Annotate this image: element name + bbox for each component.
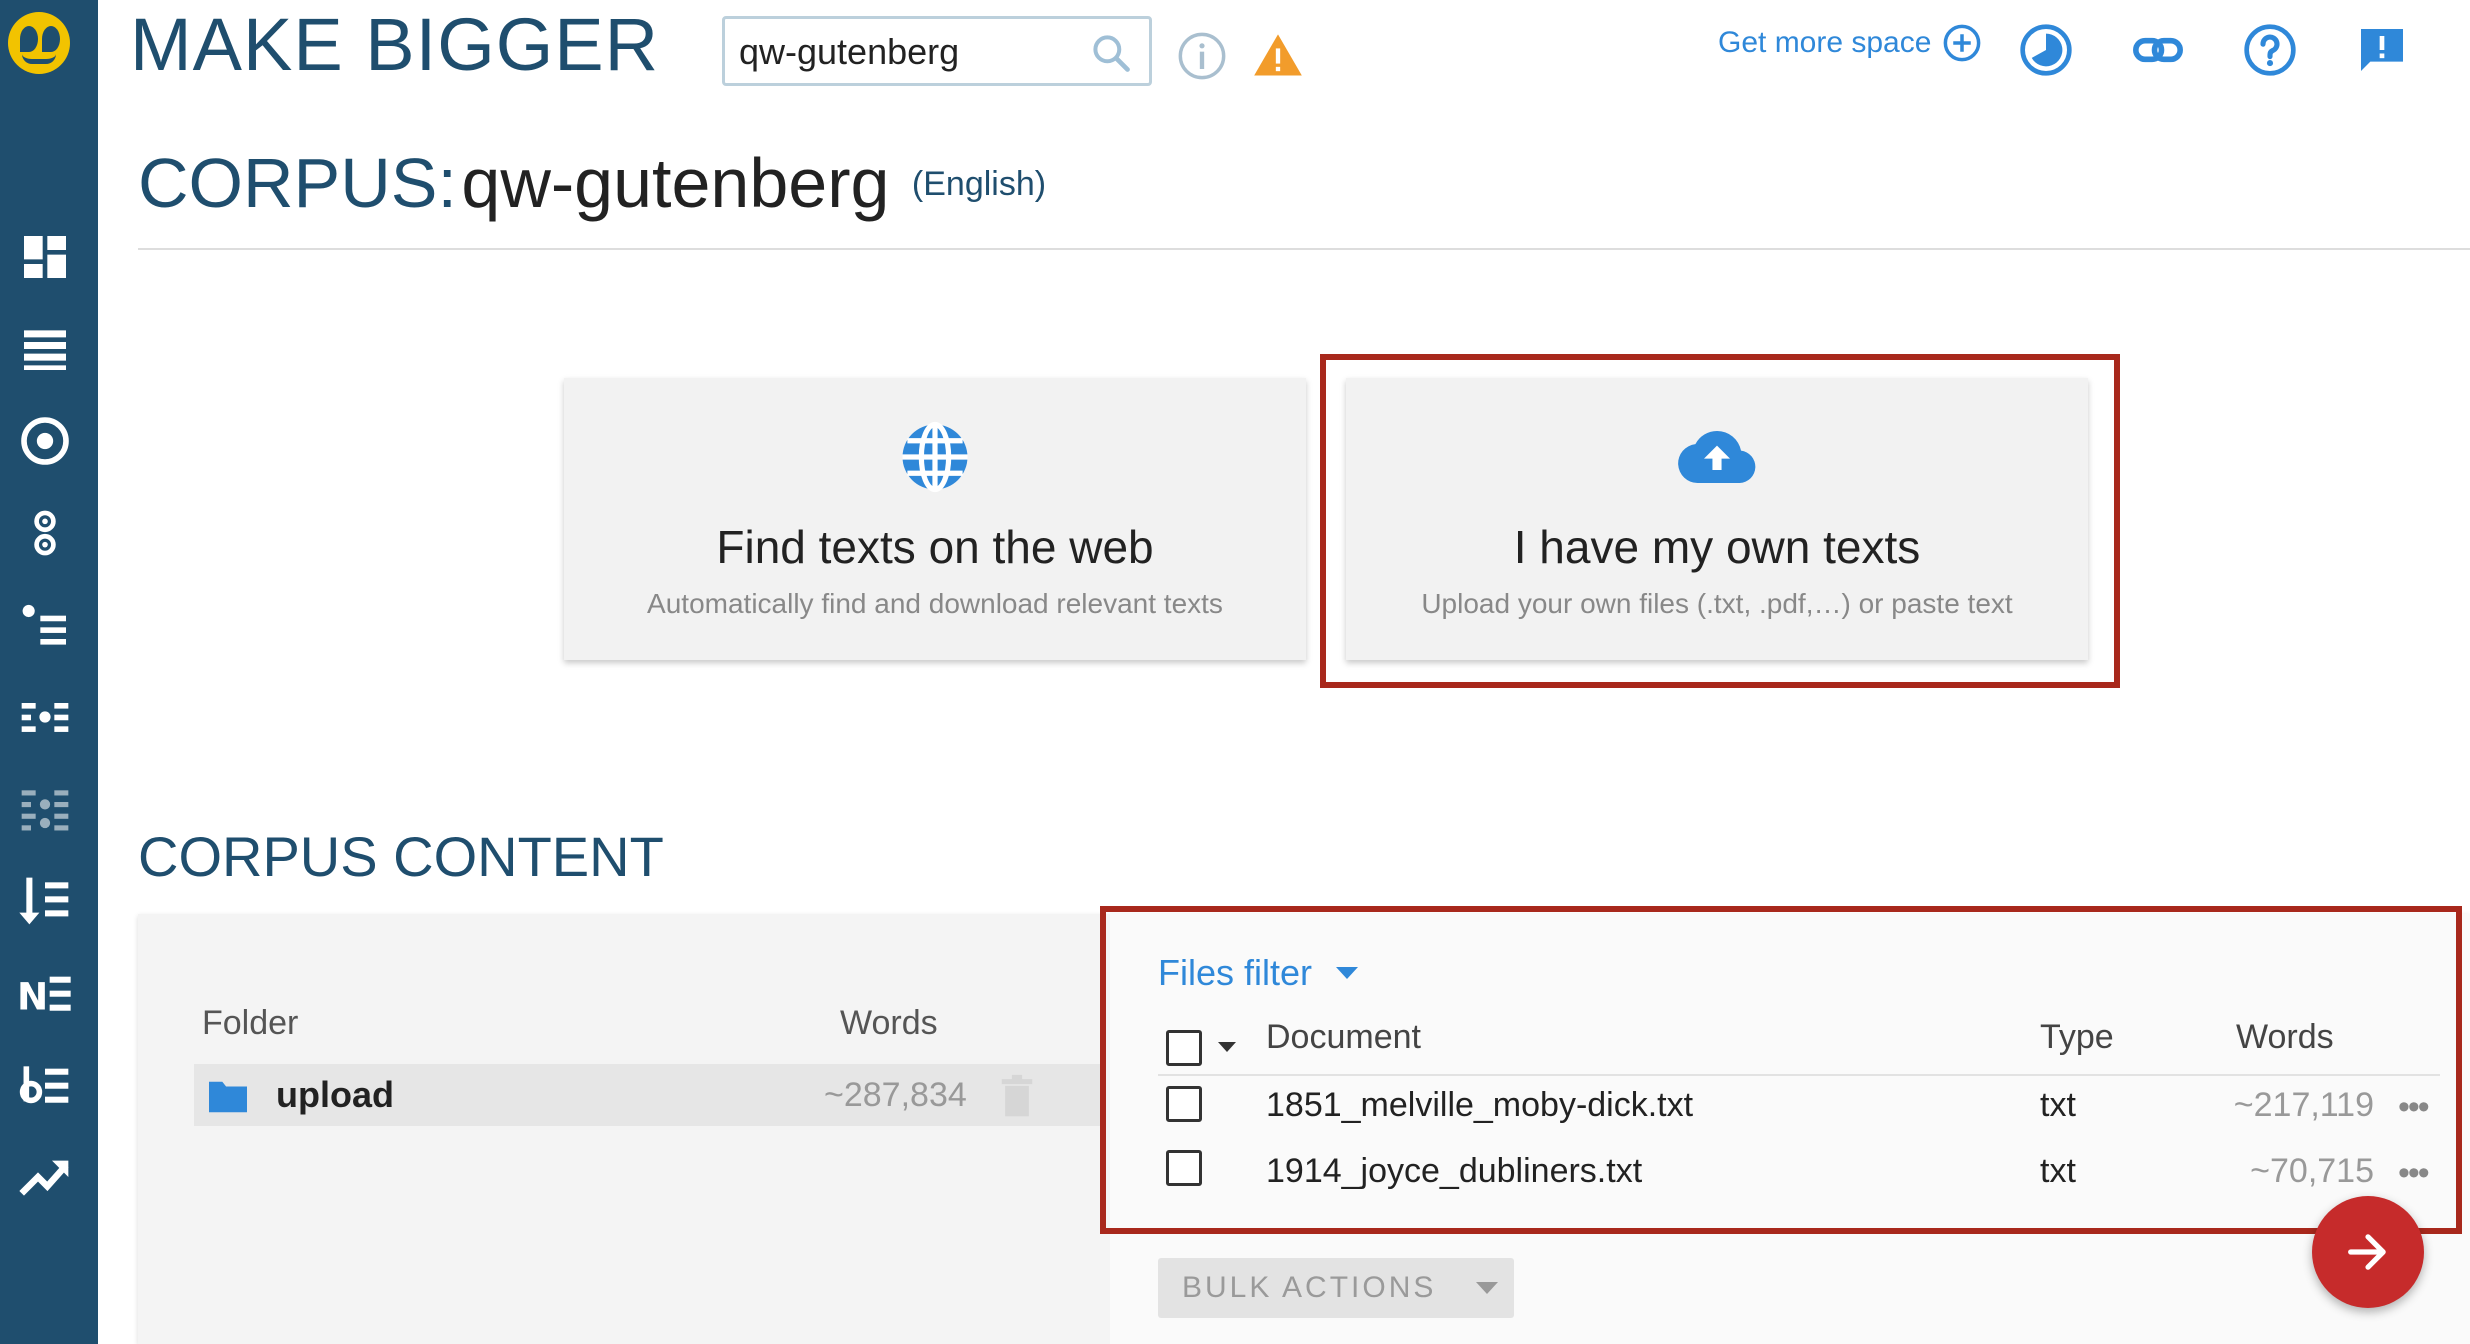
feedback-icon[interactable] bbox=[2354, 22, 2410, 78]
card-title: Find texts on the web bbox=[716, 521, 1154, 573]
corpus-search-box[interactable] bbox=[722, 16, 1152, 86]
app-title: MAKE BIGGER bbox=[130, 3, 660, 86]
plus-circle-icon bbox=[1944, 24, 1981, 62]
dashboard-icon[interactable] bbox=[14, 226, 76, 288]
folder-icon bbox=[209, 1081, 247, 1113]
bulk-actions-label: BULK ACTIONS bbox=[1182, 1271, 1437, 1304]
folder-name: upload bbox=[276, 1074, 394, 1115]
wordlist-icon[interactable] bbox=[14, 686, 76, 748]
numbered-list-icon[interactable] bbox=[14, 1054, 76, 1116]
card-subtitle: Automatically find and download relevant… bbox=[647, 588, 1223, 619]
next-step-button[interactable] bbox=[2312, 1196, 2424, 1308]
corpus-title-prefix: CORPUS: bbox=[138, 144, 457, 222]
divider bbox=[138, 248, 2470, 250]
highlight-box-files bbox=[1100, 906, 2462, 1234]
chevron-down-icon bbox=[1476, 1282, 1499, 1294]
bullet-list-icon[interactable] bbox=[14, 594, 76, 656]
arrow-right-icon bbox=[2348, 1234, 2386, 1270]
corpus-language: (English) bbox=[911, 165, 1047, 203]
two-circles-icon[interactable] bbox=[14, 502, 76, 564]
corpus-name: qw-gutenberg bbox=[461, 144, 890, 222]
folder-row[interactable]: upload ~287,834 bbox=[194, 1064, 1100, 1126]
corpus-content-title: CORPUS CONTENT bbox=[138, 825, 664, 888]
sort-list-icon[interactable] bbox=[14, 870, 76, 932]
trends-icon[interactable] bbox=[14, 1146, 76, 1208]
warning-icon[interactable] bbox=[1250, 30, 1306, 82]
sidebar: N bbox=[0, 0, 98, 1344]
trash-icon[interactable] bbox=[1000, 1074, 1034, 1118]
svg-text:N: N bbox=[17, 974, 48, 1018]
corpus-title: CORPUS: qw-gutenberg (English) bbox=[138, 140, 1046, 246]
folder-words: ~287,834 bbox=[824, 1076, 967, 1114]
keywords-icon[interactable] bbox=[14, 778, 76, 840]
info-icon[interactable] bbox=[1176, 30, 1228, 82]
find-texts-web-card[interactable]: Find texts on the web Automatically find… bbox=[564, 378, 1306, 660]
named-entities-icon[interactable]: N bbox=[14, 962, 76, 1024]
bulk-actions-button[interactable]: BULK ACTIONS bbox=[1158, 1258, 1514, 1318]
folder-words-column-header[interactable]: Words bbox=[840, 1004, 938, 1043]
get-more-space-link[interactable]: Get more space bbox=[1718, 22, 1983, 64]
app-window: N MAKE BIGGER Get more space CORPUS: qw-… bbox=[0, 0, 2470, 1344]
usage-pie-icon[interactable] bbox=[2018, 22, 2074, 78]
list-icon[interactable] bbox=[14, 318, 76, 380]
link-icon[interactable] bbox=[2130, 22, 2186, 78]
folder-column-header[interactable]: Folder bbox=[202, 1004, 298, 1043]
search-icon[interactable] bbox=[1089, 31, 1133, 75]
sketch-engine-logo[interactable] bbox=[8, 12, 70, 74]
get-more-space-label: Get more space bbox=[1718, 26, 1932, 59]
corpus-search-input[interactable] bbox=[739, 29, 1079, 75]
globe-icon bbox=[902, 421, 968, 493]
target-icon[interactable] bbox=[14, 410, 76, 472]
highlight-box-own-texts bbox=[1320, 354, 2120, 688]
help-icon[interactable] bbox=[2242, 22, 2298, 78]
